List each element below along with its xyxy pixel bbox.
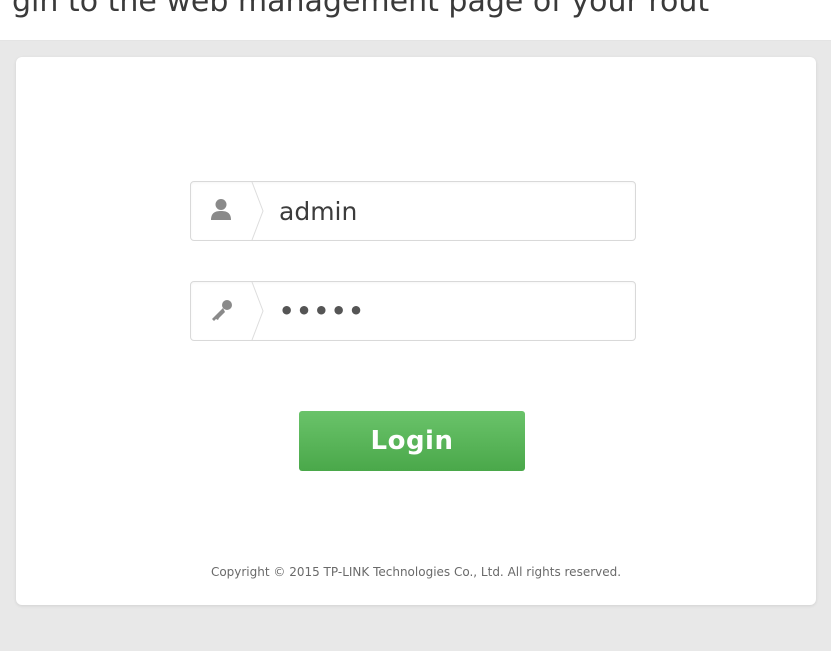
password-input[interactable] <box>279 292 619 330</box>
instruction-text: gin to the web management page of your r… <box>12 0 710 19</box>
login-panel: Login Copyright © 2015 TP-LINK Technolog… <box>16 57 816 605</box>
field-divider <box>251 181 265 241</box>
username-input[interactable] <box>279 192 619 230</box>
field-divider <box>251 281 265 341</box>
key-icon <box>191 282 251 340</box>
login-button[interactable]: Login <box>299 411 525 471</box>
username-field[interactable] <box>190 181 636 241</box>
copyright-text: Copyright © 2015 TP-LINK Technologies Co… <box>210 565 622 579</box>
password-field[interactable] <box>190 281 636 341</box>
user-icon <box>191 182 251 240</box>
top-instruction-banner: gin to the web management page of your r… <box>0 0 831 41</box>
